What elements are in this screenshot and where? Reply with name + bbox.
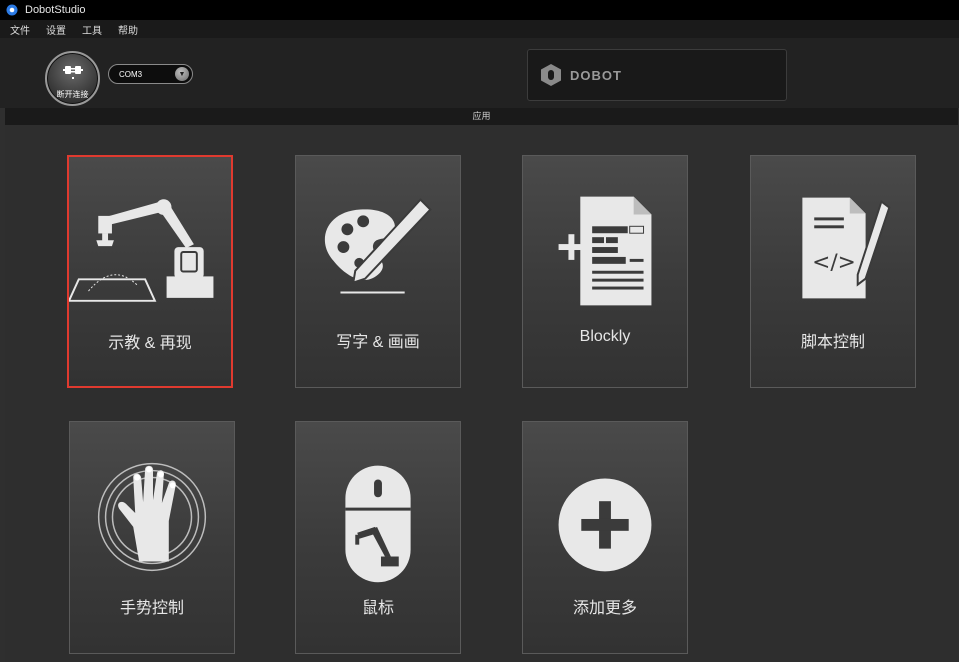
- toolbar: 断开连接 COM3 ▼ DOBOT: [0, 38, 959, 108]
- svg-text:</>: </>: [812, 250, 856, 275]
- blockly-document-icon: [558, 196, 652, 306]
- section-title: 应用: [5, 108, 958, 125]
- title-bar: DobotStudio: [0, 0, 959, 20]
- menu-bar: 文件 设置 工具 帮助: [0, 20, 959, 38]
- hand-gesture-icon: [97, 462, 207, 572]
- tile-blockly[interactable]: Blockly: [522, 155, 688, 388]
- plug-icon: [63, 66, 83, 79]
- menu-help[interactable]: 帮助: [118, 22, 138, 37]
- brand-logo-panel: DOBOT: [527, 49, 787, 101]
- tile-add-more[interactable]: 添加更多: [522, 421, 688, 654]
- tile-label: Blockly: [579, 328, 631, 345]
- tile-label: 鼠标: [361, 600, 394, 617]
- brand-logo-text: DOBOT: [570, 67, 622, 83]
- tile-gesture-control[interactable]: 手势控制: [69, 421, 235, 654]
- plus-circle-icon: [558, 478, 652, 572]
- tile-label: 添加更多: [572, 600, 637, 617]
- tile-label: 示教 & 再现: [108, 335, 192, 352]
- dobot-logo-icon: [541, 64, 561, 86]
- tile-mouse[interactable]: 鼠标: [295, 421, 461, 654]
- tile-teach-playback[interactable]: 示教 & 再现: [67, 155, 233, 388]
- script-document-icon: </>: [802, 197, 891, 299]
- tile-label: 手势控制: [119, 600, 184, 617]
- connect-button-label: 断开连接: [56, 90, 89, 99]
- menu-settings[interactable]: 设置: [46, 22, 66, 37]
- robot-arm-icon: [69, 199, 214, 302]
- mouse-icon: [345, 465, 411, 583]
- port-select-value: COM3: [119, 69, 143, 79]
- window-title: DobotStudio: [25, 4, 86, 16]
- menu-tools[interactable]: 工具: [82, 22, 102, 37]
- tile-label: 脚本控制: [800, 334, 865, 351]
- palette-pencil-icon: [324, 198, 432, 294]
- tile-write-draw[interactable]: 写字 & 画画: [295, 155, 461, 388]
- connect-button[interactable]: 断开连接: [45, 51, 100, 106]
- app-grid: 示教 & 再现 写字 & 画画 Blockly </> 脚本控制 手势控制 鼠标…: [5, 125, 958, 662]
- app-logo-icon: [6, 4, 18, 16]
- port-select[interactable]: COM3 ▼: [108, 64, 193, 84]
- app-window: DobotStudio 文件 设置 工具 帮助 断开连接 COM3 ▼ DOBO…: [0, 0, 959, 662]
- tile-label: 写字 & 画画: [336, 334, 420, 351]
- chevron-down-icon[interactable]: ▼: [175, 67, 189, 81]
- tile-script-control[interactable]: </> 脚本控制: [750, 155, 916, 388]
- menu-file[interactable]: 文件: [10, 22, 30, 37]
